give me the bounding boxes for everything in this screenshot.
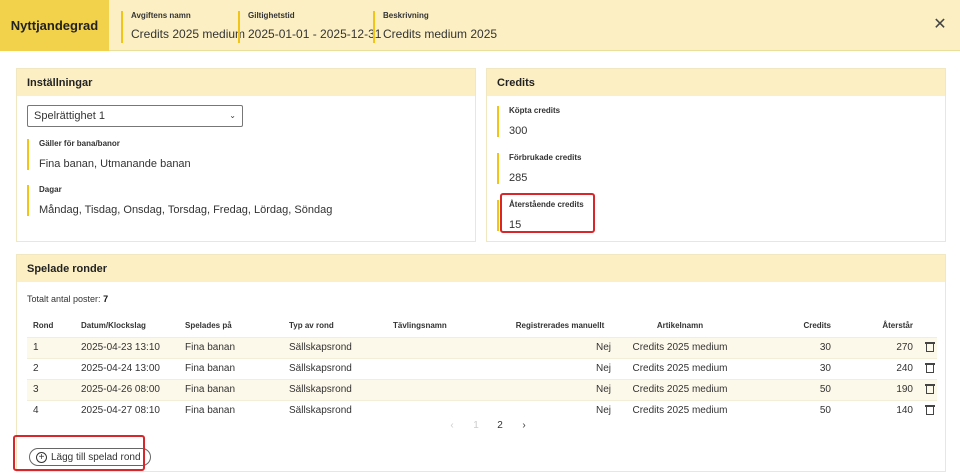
validity-field: Giltighetstid 2025-01-01 - 2025-12-31 — [238, 11, 381, 43]
cell-tavling — [387, 399, 497, 421]
days-value: Måndag, Tisdag, Onsdag, Torsdag, Fredag,… — [39, 204, 333, 216]
cell-typ: Sällskapsrond — [283, 357, 387, 379]
rights-select-value: Spelrättighet 1 — [34, 110, 105, 122]
cell-aterstar: 190 — [837, 378, 919, 400]
days-label: Dagar — [39, 185, 62, 194]
total-count-value: 7 — [103, 294, 109, 304]
cell-credits: 50 — [737, 399, 837, 421]
cell-typ: Sällskapsrond — [283, 399, 387, 421]
col-header-actions — [919, 315, 937, 337]
col-header-artikel[interactable]: Artikelnamn — [617, 315, 737, 337]
days-field: Dagar Måndag, Tisdag, Onsdag, Torsdag, F… — [27, 185, 332, 216]
cell-tavling — [387, 336, 497, 358]
cell-manuellt: Nej — [497, 378, 617, 400]
description-label: Beskrivning — [383, 11, 429, 20]
used-credits-field: Förbrukade credits 285 — [497, 153, 581, 184]
rounds-table: Rond Datum/Klockslag Spelades på Typ av … — [27, 315, 937, 421]
cell-aterstar: 140 — [837, 399, 919, 421]
prev-page-icon[interactable]: ‹ — [447, 420, 457, 431]
page-1-link[interactable]: 1 — [471, 420, 481, 431]
trash-icon[interactable] — [925, 341, 935, 352]
table-row[interactable]: 4 2025-04-27 08:10 Fina banan Sällskapsr… — [27, 399, 937, 421]
col-header-typ[interactable]: Typ av rond — [283, 315, 387, 337]
table-header-row: Rond Datum/Klockslag Spelades på Typ av … — [27, 315, 937, 337]
col-header-aterstar[interactable]: Återstår — [837, 315, 919, 337]
close-icon[interactable]: ✕ — [932, 17, 948, 33]
cell-tavling — [387, 378, 497, 400]
cell-manuellt: Nej — [497, 357, 617, 379]
col-header-manuellt[interactable]: Registrerades manuellt — [497, 315, 617, 337]
cell-rond: 4 — [27, 399, 75, 421]
trash-icon[interactable] — [925, 383, 935, 394]
cell-aterstar: 270 — [837, 336, 919, 358]
credits-title: Credits — [487, 69, 945, 96]
col-header-datum[interactable]: Datum/Klockslag — [75, 315, 179, 337]
cell-bana: Fina banan — [179, 336, 283, 358]
cell-artikel: Credits 2025 medium — [617, 399, 737, 421]
cell-credits: 50 — [737, 378, 837, 400]
cell-artikel: Credits 2025 medium — [617, 336, 737, 358]
cell-credits: 30 — [737, 357, 837, 379]
cell-artikel: Credits 2025 medium — [617, 357, 737, 379]
cell-bana: Fina banan — [179, 399, 283, 421]
rights-select[interactable]: Spelrättighet 1 ⌄ — [27, 105, 243, 127]
settings-title: Inställningar — [17, 69, 475, 96]
validity-value: 2025-01-01 - 2025-12-31 — [248, 27, 382, 41]
pagination: ‹ 1 2 › — [447, 420, 529, 431]
cell-bana: Fina banan — [179, 357, 283, 379]
courses-value: Fina banan, Utmanande banan — [39, 158, 191, 170]
col-header-bana[interactable]: Spelades på — [179, 315, 283, 337]
used-credits-value: 285 — [509, 172, 528, 184]
credits-card: Credits Köpta credits 300 Förbrukade cre… — [486, 68, 946, 242]
chevron-down-icon: ⌄ — [229, 111, 236, 120]
description-value: Credits medium 2025 — [383, 27, 498, 41]
validity-label: Giltighetstid — [248, 11, 295, 20]
fee-name-value: Credits 2025 medium — [131, 27, 246, 41]
fee-name-label: Avgiftens namn — [131, 11, 191, 20]
page-2-current[interactable]: 2 — [495, 420, 505, 431]
description-field: Beskrivning Credits medium 2025 — [373, 11, 497, 43]
settings-card: Inställningar Spelrättighet 1 ⌄ Gäller f… — [16, 68, 476, 242]
cell-tavling — [387, 357, 497, 379]
total-count: Totalt antal poster: 7 — [27, 294, 108, 304]
cell-bana: Fina banan — [179, 378, 283, 400]
bought-credits-value: 300 — [509, 125, 528, 137]
cell-rond: 2 — [27, 357, 75, 379]
rounds-title: Spelade ronder — [17, 255, 945, 282]
cell-rond: 3 — [27, 378, 75, 400]
cell-datum: 2025-04-26 08:00 — [75, 378, 179, 400]
table-row[interactable]: 2 2025-04-24 13:00 Fina banan Sällskapsr… — [27, 357, 937, 379]
fee-name-field: Avgiftens namn Credits 2025 medium — [121, 11, 245, 43]
total-count-label: Totalt antal poster: — [27, 294, 101, 304]
trash-icon[interactable] — [925, 404, 935, 415]
table-row[interactable]: 3 2025-04-26 08:00 Fina banan Sällskapsr… — [27, 378, 937, 400]
bought-credits-field: Köpta credits 300 — [497, 106, 560, 137]
cell-typ: Sällskapsrond — [283, 378, 387, 400]
page-title: Nyttjandegrad — [0, 0, 109, 51]
courses-field: Gäller för bana/banor Fina banan, Utmana… — [27, 139, 191, 170]
remaining-credits-highlight — [500, 193, 595, 233]
cell-datum: 2025-04-23 13:10 — [75, 336, 179, 358]
trash-icon[interactable] — [925, 362, 935, 373]
cell-datum: 2025-04-27 08:10 — [75, 399, 179, 421]
col-header-credits[interactable]: Credits — [737, 315, 837, 337]
top-header: Nyttjandegrad Avgiftens namn Credits 202… — [0, 0, 960, 51]
bought-credits-label: Köpta credits — [509, 106, 561, 115]
cell-manuellt: Nej — [497, 399, 617, 421]
table-row[interactable]: 1 2025-04-23 13:10 Fina banan Sällskapsr… — [27, 336, 937, 358]
cell-typ: Sällskapsrond — [283, 336, 387, 358]
cell-artikel: Credits 2025 medium — [617, 378, 737, 400]
col-header-tavling[interactable]: Tävlingsnamn — [387, 315, 497, 337]
add-button-highlight — [13, 435, 145, 471]
cell-credits: 30 — [737, 336, 837, 358]
rounds-card: Spelade ronder Totalt antal poster: 7 Ro… — [13, 254, 946, 472]
cell-aterstar: 240 — [837, 357, 919, 379]
cell-rond: 1 — [27, 336, 75, 358]
cell-datum: 2025-04-24 13:00 — [75, 357, 179, 379]
courses-label: Gäller för bana/banor — [39, 139, 120, 148]
next-page-icon[interactable]: › — [519, 420, 529, 431]
cell-manuellt: Nej — [497, 336, 617, 358]
used-credits-label: Förbrukade credits — [509, 153, 582, 162]
col-header-rond[interactable]: Rond — [27, 315, 75, 337]
